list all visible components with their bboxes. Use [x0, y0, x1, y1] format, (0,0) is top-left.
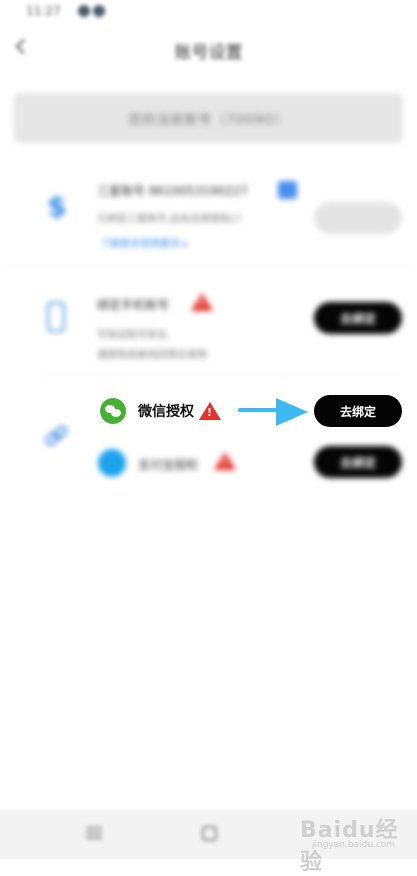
divider	[0, 265, 417, 266]
wechat-unbind-button[interactable]: 去绑定	[314, 395, 402, 427]
warning-icon	[191, 293, 213, 311]
arrow-right-icon	[238, 398, 308, 426]
phone-bind-line1: 可保证账号安全,	[97, 330, 171, 341]
verified-badge-icon	[278, 181, 297, 199]
learn-more-link[interactable]: 了解更多使用要求 ▸	[100, 235, 188, 250]
alipay-auth-label: 支付宝授权	[138, 458, 199, 472]
status-notification-icons	[78, 5, 105, 17]
home-icon[interactable]	[202, 826, 217, 841]
samsung-account-button[interactable]	[314, 202, 402, 234]
alipay-bind-button[interactable]: 去绑定	[314, 446, 402, 478]
recent-apps-icon[interactable]	[86, 827, 102, 839]
page-title: 账号设置	[174, 43, 243, 63]
status-bar: 11:27	[0, 0, 417, 26]
samsung-account-subtitle: 已绑定三星账号,此处应用登陆1?	[97, 214, 242, 225]
status-time: 11:27	[26, 4, 61, 18]
phone-bind-title: 绑定手机账号	[97, 298, 170, 312]
phone-icon	[47, 302, 65, 332]
watermark-subtitle: jingyan.baidu.com	[312, 840, 396, 850]
wechat-auth-label: 微信授权	[138, 404, 194, 420]
dollar-icon: $	[47, 190, 67, 223]
divider	[40, 375, 402, 376]
warning-icon	[199, 402, 221, 420]
wechat-icon	[100, 398, 126, 424]
phone-bind-line2: 遇登陆或者找回等在使用	[97, 350, 207, 361]
samsung-account-title: 三星账号 8610053190227	[97, 184, 249, 198]
current-account-box: 您的当前账号（7009O）	[14, 93, 403, 143]
link-chain-icon	[45, 425, 68, 446]
warning-icon	[214, 452, 236, 470]
alipay-icon	[98, 449, 126, 477]
phone-bind-button[interactable]: 去绑定	[314, 302, 402, 334]
